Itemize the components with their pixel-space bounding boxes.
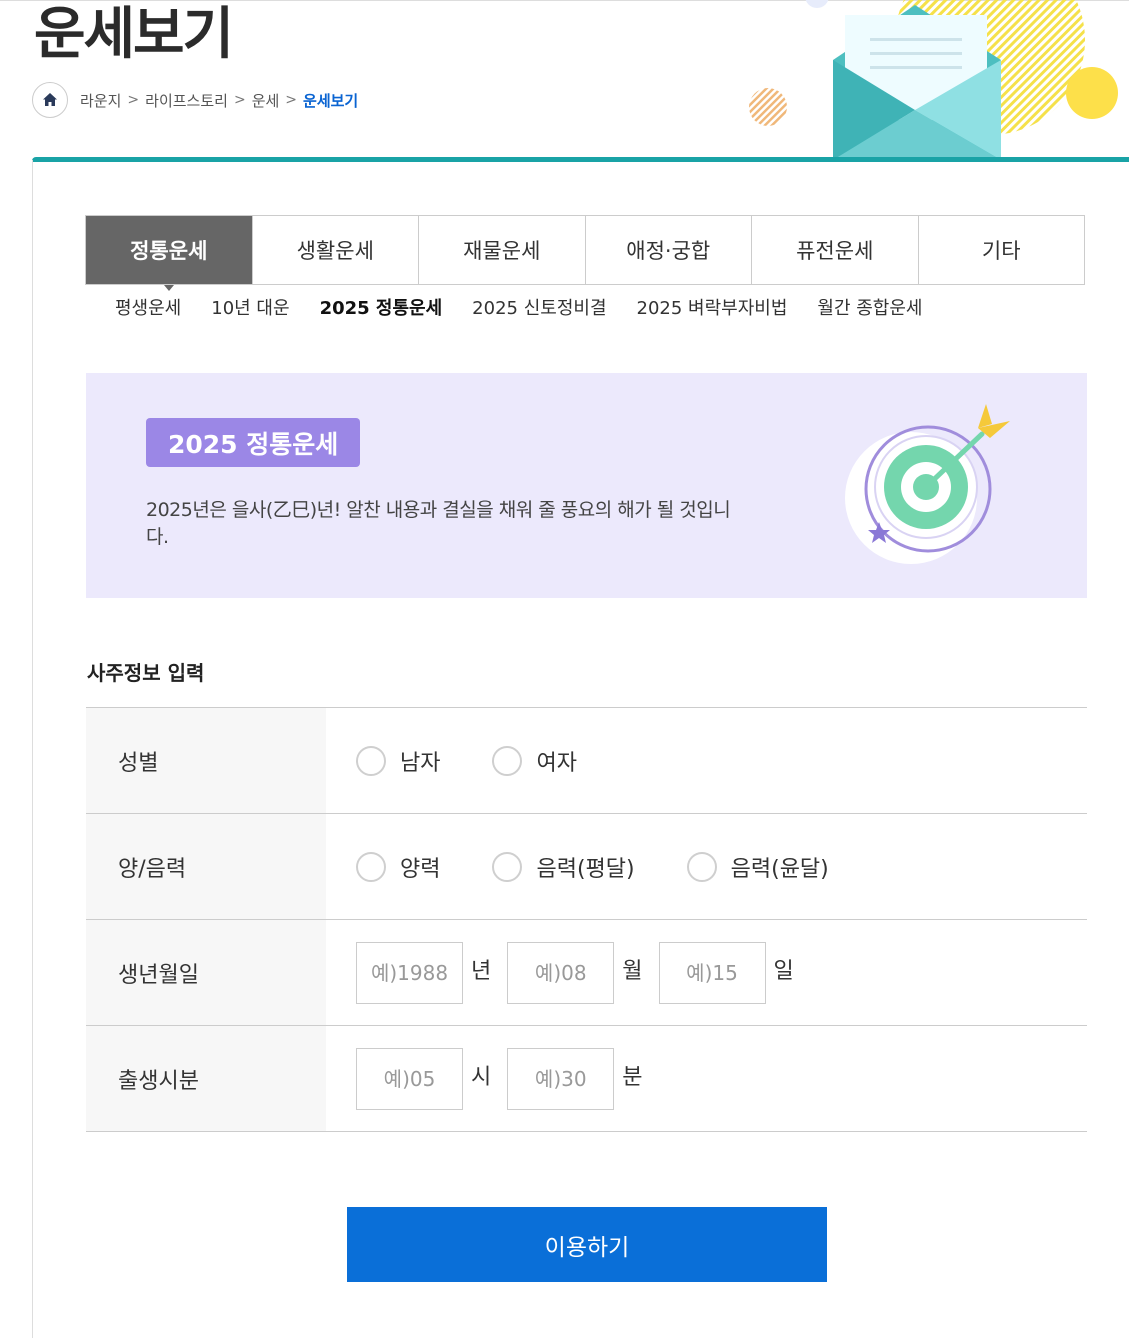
tab-life-fortune[interactable]: 생활운세 — [251, 216, 418, 284]
birth-minute-input[interactable] — [507, 1047, 615, 1110]
birthtime-row: 출생시분 시 분 — [86, 1026, 1087, 1132]
subtab-monthly[interactable]: 월간 종합운세 — [817, 294, 922, 320]
section-title: 사주정보 입력 — [87, 661, 205, 685]
calendar-row: 양/음력 양력 음력(평달) 음력(윤달) — [86, 814, 1087, 920]
chevron-right-icon: > — [127, 92, 140, 108]
subtab-lifetime[interactable]: 평생운세 — [115, 294, 181, 320]
gender-row: 성별 남자 여자 — [86, 708, 1087, 814]
tab-etc[interactable]: 기타 — [917, 216, 1084, 284]
breadcrumb-item-fortune[interactable]: 운세 — [252, 90, 280, 111]
birth-year-input[interactable] — [356, 941, 463, 1004]
year-unit: 년 — [471, 958, 492, 984]
day-unit: 일 — [773, 958, 794, 984]
banner-description: 2025년은 을사(乙巳)년! 알찬 내용과 결실을 채워 줄 풍요의 해가 될… — [146, 499, 731, 548]
gender-label: 성별 — [86, 708, 326, 813]
radio-label: 음력(윤달) — [730, 856, 829, 882]
subtab-2025-classic[interactable]: 2025 정통운세 — [320, 294, 443, 320]
gender-male-radio[interactable]: 남자 — [356, 745, 440, 777]
birth-month-input[interactable] — [507, 941, 615, 1004]
home-icon — [43, 93, 57, 106]
breadcrumb-item-current[interactable]: 운세보기 — [303, 90, 358, 111]
category-tabs: 정통운세 생활운세 재물운세 애정·궁합 퓨전운세 기타 — [85, 215, 1085, 291]
home-button[interactable] — [32, 82, 68, 118]
calendar-label: 양/음력 — [86, 814, 326, 919]
calendar-field: 양력 음력(평달) 음력(윤달) — [326, 814, 1087, 919]
fortune-banner: 2025 정통운세 2025년은 을사(乙巳)년! 알찬 내용과 결실을 채워 … — [86, 373, 1087, 598]
radio-label: 남자 — [400, 750, 441, 776]
chevron-right-icon: > — [285, 92, 298, 108]
minute-unit: 분 — [622, 1064, 643, 1090]
breadcrumb-item-lifestory[interactable]: 라이프스토리 — [145, 90, 228, 111]
tab-classic-fortune[interactable]: 정통운세 — [86, 216, 252, 291]
birthtime-label: 출생시분 — [86, 1026, 326, 1131]
radio-label: 음력(평달) — [536, 856, 635, 882]
month-unit: 월 — [622, 958, 643, 984]
tab-love-compatibility[interactable]: 애정·궁합 — [584, 216, 751, 284]
content-left-border — [32, 160, 33, 1338]
gender-female-radio[interactable]: 여자 — [492, 745, 577, 777]
tab-fusion-fortune[interactable]: 퓨전운세 — [751, 216, 918, 284]
birth-day-input[interactable] — [658, 941, 766, 1004]
page-title: 운세보기 — [34, 2, 234, 67]
calendar-lunar-leap-radio[interactable]: 음력(윤달) — [686, 851, 829, 883]
breadcrumb: 라운지 > 라이프스토리 > 운세 > 운세보기 — [32, 82, 360, 118]
saju-form: 성별 남자 여자 양/음력 양력 음력(평달) 음력(윤달) 생년월일 예)19… — [86, 707, 1087, 1132]
calendar-solar-radio[interactable]: 양력 — [356, 851, 440, 883]
birthdate-label: 생년월일 — [86, 920, 326, 1025]
chevron-right-icon: > — [233, 92, 246, 108]
subcategory-tabs: 평생운세 10년 대운 2025 정통운세 2025 신토정비결 2025 벼락… — [115, 292, 953, 322]
tab-wealth-fortune[interactable]: 재물운세 — [418, 216, 585, 284]
calendar-lunar-normal-radio[interactable]: 음력(평달) — [492, 851, 635, 883]
fortune-page: 운세보기 라운지 > 라이프스토리 > 운세 > 운세보기 정통운세 생활운세 … — [0, 0, 1129, 1338]
submit-button[interactable]: 이용하기 — [347, 1207, 827, 1282]
subtab-2025-tojeong[interactable]: 2025 신토정비결 — [472, 294, 606, 320]
birthtime-field: 시 분 — [326, 1026, 1087, 1131]
gender-field: 남자 여자 — [326, 708, 1087, 813]
banner-badge: 2025 정통운세 — [146, 418, 361, 467]
radio-circle[interactable] — [686, 851, 717, 882]
radio-circle[interactable] — [492, 851, 523, 882]
subtab-10year[interactable]: 10년 대운 — [211, 294, 289, 320]
radio-label: 여자 — [536, 750, 577, 776]
envelope-illustration — [749, 0, 1118, 160]
radio-circle[interactable] — [356, 851, 386, 882]
birth-hour-input[interactable] — [356, 1047, 463, 1110]
subtab-2025-wealth[interactable]: 2025 벼락부자비법 — [637, 294, 788, 320]
radio-circle[interactable] — [492, 745, 523, 776]
radio-circle[interactable] — [356, 745, 386, 776]
target-arrow-illustration — [845, 404, 1010, 564]
header-accent-bar — [32, 157, 1129, 162]
radio-label: 양력 — [400, 856, 441, 882]
breadcrumb-item-lounge[interactable]: 라운지 — [80, 90, 121, 111]
hour-unit: 시 — [471, 1064, 492, 1090]
birthdate-row: 생년월일 년 월 일 — [86, 920, 1087, 1026]
birthdate-field: 년 월 일 — [326, 920, 1087, 1025]
